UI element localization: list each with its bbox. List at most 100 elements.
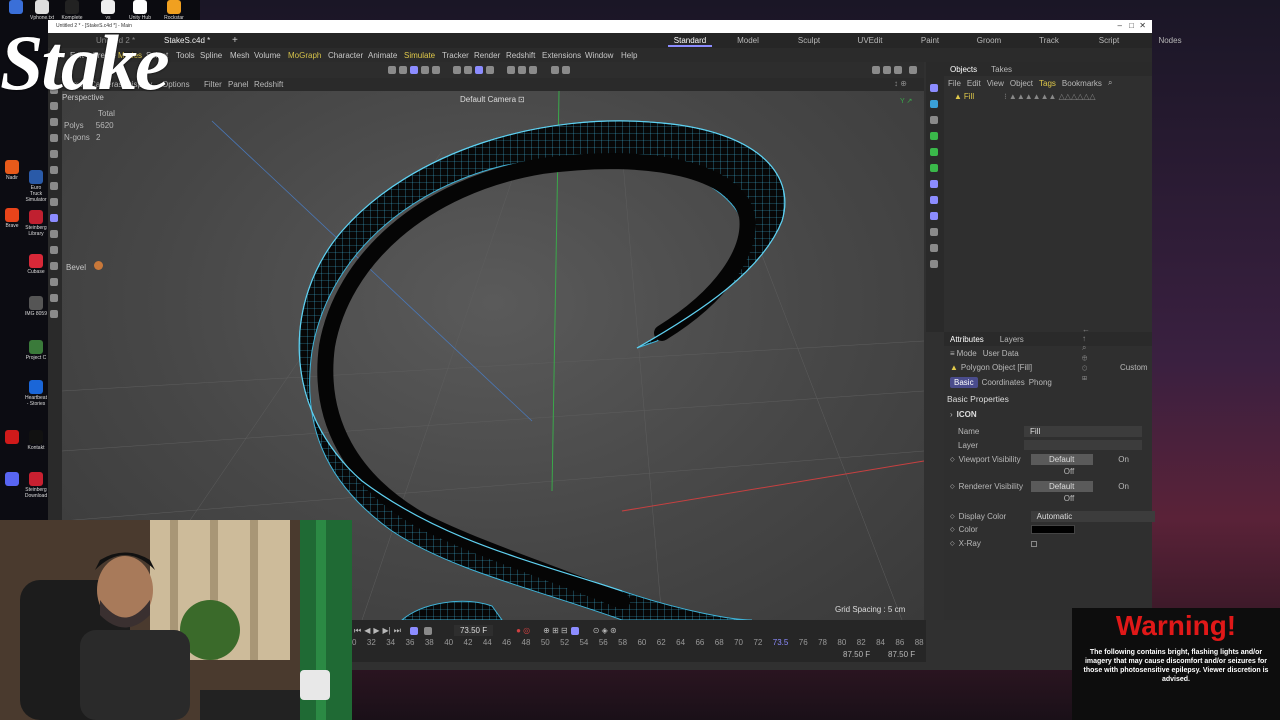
desktop-icon-steinberg-download[interactable]: Steinberg Download [24,472,48,499]
menu-simulate[interactable]: Simulate [404,51,435,60]
desktop-icon-project-c[interactable]: Project C [24,340,48,361]
viewport-camera-label[interactable]: Default Camera [460,95,516,104]
camera-create-icon[interactable] [929,196,938,204]
layout-groom[interactable]: Groom [964,36,1014,47]
anim-dot-icon[interactable]: ◇ [950,483,955,490]
vp-menu-redshift[interactable]: Redshift [254,80,283,89]
prev-frame-icon[interactable]: ◀ [364,626,370,635]
lock-icon[interactable] [909,66,917,74]
single-view-icon[interactable] [872,66,880,74]
menu-tools[interactable]: Tools [176,51,195,60]
desktop-icon-img[interactable]: IMG 8059 [24,296,48,317]
desktop-icon[interactable] [4,0,28,15]
layer-field[interactable] [1024,440,1142,450]
obj-menu-edit[interactable]: Edit [967,79,981,88]
menu-character[interactable]: Character [328,51,363,60]
anim-dot-icon[interactable]: ◇ [950,526,955,533]
desktop-icon-cubase[interactable]: Cubase [24,254,48,275]
generator-icon[interactable] [929,132,938,140]
tab-layers[interactable]: Layers [1000,335,1024,344]
rotate-tool-icon[interactable] [410,66,418,74]
close-icon[interactable]: ✕ [1139,21,1146,30]
attr-nav-icons[interactable]: ← ↑ ⌕ ⊕ ⊙ ⊞ [1082,325,1090,383]
go-start-icon[interactable]: ⏮ [354,626,361,636]
xray-checkbox[interactable] [1030,540,1037,547]
display-color-dropdown[interactable]: Automatic [1030,511,1155,522]
desktop-icon-red[interactable] [0,430,24,445]
deformer-icon[interactable] [929,164,938,172]
camera-icon[interactable]: ⊡ [518,95,525,104]
attr-mode-menu[interactable]: Mode [957,349,977,358]
tag-icon[interactable] [929,260,938,268]
obj-menu-file[interactable]: File [948,79,961,88]
environment-icon[interactable] [929,228,938,236]
motion-icons[interactable]: ⊙ ◈ ⊛ [593,626,617,635]
desktop-icon-euro-truck[interactable]: Euro Truck Simulator [24,170,48,203]
obj-menu-object[interactable]: Object [1010,79,1033,88]
render-view-icon[interactable] [507,66,516,74]
loop-icon[interactable] [409,626,418,635]
spline-icon[interactable] [929,100,938,108]
obj-menu-view[interactable]: View [987,79,1004,88]
viewport-vis-on[interactable]: On [1093,455,1155,464]
mirror-icon[interactable] [49,310,58,318]
text-icon[interactable] [929,116,938,124]
menu-mograph[interactable]: MoGraph [288,51,321,60]
weld-icon[interactable] [49,262,58,270]
axis-icon[interactable] [486,66,495,74]
bevel-tool-icon[interactable] [49,198,58,206]
next-frame-icon[interactable]: ▶| [383,626,391,635]
render-settings-icon[interactable] [529,66,538,74]
loop-cut-icon[interactable] [49,230,58,238]
subtab-phong[interactable]: Phong [1029,378,1052,387]
end-frame-field[interactable]: 87.50 F [843,650,870,659]
quad-view-icon[interactable] [883,66,891,74]
obj-menu-tags[interactable]: Tags [1039,79,1056,88]
renderer-vis-on[interactable]: On [1093,482,1155,491]
s-mesh-side[interactable] [298,120,786,620]
minimize-icon[interactable]: – [1118,21,1122,30]
doc-tab-stakes[interactable]: StakeS.c4d * [164,36,210,45]
point-mode-icon[interactable] [464,66,473,74]
new-tab-icon[interactable]: + [232,35,238,46]
menu-spline[interactable]: Spline [200,51,222,60]
knife-icon[interactable] [49,166,58,174]
magnet-icon[interactable] [49,278,58,286]
vp-menu-filter[interactable]: Filter [204,80,222,89]
anim-dot-icon[interactable]: ◇ [950,540,955,547]
select-tool-icon[interactable] [421,66,429,74]
menu-mesh[interactable]: Mesh [230,51,250,60]
menu-animate[interactable]: Animate [368,51,397,60]
go-end-icon[interactable]: ⏭ [394,626,401,636]
subtab-coordinates[interactable]: Coordinates [982,378,1025,387]
bevel-label[interactable]: Bevel [66,263,86,272]
field-icon[interactable] [929,180,938,188]
obj-search-icon[interactable]: ⌕ [1108,78,1112,88]
color-swatch[interactable] [1030,525,1075,534]
workplane-icon[interactable] [550,66,559,74]
menu-help[interactable]: Help [621,51,637,60]
current-frame-field[interactable]: 73.50 F [453,625,494,636]
scale-tool-icon[interactable] [399,66,407,74]
desktop-icon-kontakt[interactable]: Kontakt [24,430,48,451]
move-icon[interactable] [49,118,58,126]
menu-redshift[interactable]: Redshift [506,51,535,60]
renderer-vis-off[interactable]: Off [1038,494,1100,503]
range-icon[interactable] [423,626,432,635]
layout-model[interactable]: Model [722,36,774,47]
layout-standard[interactable]: Standard [668,36,712,47]
bevel-icon[interactable] [94,261,103,270]
tab-attributes[interactable]: Attributes [950,335,984,344]
move-tool-icon[interactable] [388,66,396,74]
layout-uvedit[interactable]: UVEdit [844,36,896,47]
obj-menu-bookmarks[interactable]: Bookmarks [1062,79,1102,88]
edge-mode-icon[interactable] [453,66,462,74]
subtab-basic[interactable]: Basic [950,377,978,388]
desktop-icon-steinberg-library[interactable]: Steinberg Library [24,210,48,237]
light-icon[interactable] [929,212,938,220]
desktop-icon-heartbeat[interactable]: Heartbeat - Stories [24,380,48,407]
vp-menu-panel[interactable]: Panel [228,80,248,89]
keyframe-mode-icon[interactable] [570,626,579,635]
menu-tracker[interactable]: Tracker [442,51,469,60]
tab-objects[interactable]: Objects [950,65,977,74]
